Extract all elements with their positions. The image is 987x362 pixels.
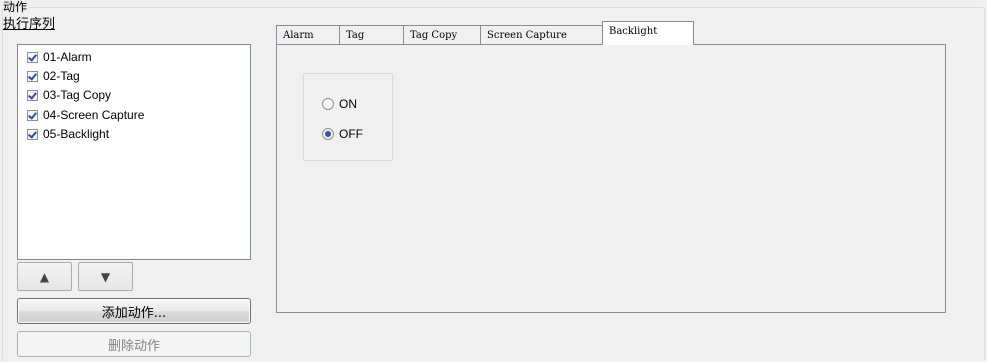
- list-item-label: 02-Tag: [43, 69, 80, 83]
- tab-tag[interactable]: Tag: [339, 25, 404, 44]
- list-item-label: 01-Alarm: [43, 50, 92, 64]
- list-item-label: 05-Backlight: [43, 127, 110, 141]
- radio-on[interactable]: ON: [322, 96, 357, 112]
- checkbox-checked-icon[interactable]: [27, 109, 38, 121]
- list-item-label: 04-Screen Capture: [43, 108, 145, 122]
- tab-backlight[interactable]: Backlight: [602, 21, 694, 45]
- tab-label: Tag: [346, 29, 365, 41]
- sequence-list[interactable]: 01-Alarm 02-Tag 03-Tag Copy 04-Screen Ca…: [17, 44, 251, 260]
- sequence-label: 执行序列: [3, 17, 56, 32]
- list-item-tag[interactable]: 02-Tag: [27, 68, 80, 84]
- tab-alarm[interactable]: Alarm: [276, 25, 340, 44]
- radio-unselected-icon[interactable]: [322, 98, 334, 110]
- radio-selected-icon[interactable]: [322, 128, 334, 140]
- checkbox-checked-icon[interactable]: [27, 70, 38, 82]
- tab-screen-capture[interactable]: Screen Capture: [480, 25, 603, 44]
- checkbox-checked-icon[interactable]: [27, 128, 38, 140]
- delete-action-button[interactable]: 删除动作: [17, 331, 251, 357]
- tab-label: Backlight: [609, 26, 658, 37]
- backlight-options-box: [303, 73, 393, 161]
- add-action-button[interactable]: 添加动作...: [17, 298, 251, 324]
- list-item-screen-capture[interactable]: 04-Screen Capture: [27, 107, 144, 123]
- tab-label: Alarm: [283, 29, 314, 41]
- move-down-button[interactable]: ▼: [78, 262, 133, 291]
- list-item-backlight[interactable]: 05-Backlight: [27, 126, 109, 142]
- list-item-alarm[interactable]: 01-Alarm: [27, 49, 92, 65]
- checkbox-checked-icon[interactable]: [27, 51, 38, 63]
- list-item-label: 03-Tag Copy: [43, 88, 112, 102]
- actions-group-title: 动作: [3, 0, 31, 14]
- delete-action-label: 删除动作: [107, 338, 160, 354]
- tab-label: Tag Copy: [410, 29, 458, 41]
- list-item-tag-copy[interactable]: 03-Tag Copy: [27, 87, 111, 103]
- radio-label: ON: [339, 97, 357, 111]
- radio-off[interactable]: OFF: [322, 126, 363, 142]
- tab-tag-copy[interactable]: Tag Copy: [403, 25, 481, 44]
- move-up-button[interactable]: ▲: [17, 262, 72, 291]
- radio-label: OFF: [339, 127, 363, 141]
- tab-label: Screen Capture: [487, 29, 567, 41]
- add-action-label: 添加动作...: [101, 305, 167, 321]
- checkbox-checked-icon[interactable]: [27, 89, 38, 101]
- triangle-down-icon: ▼: [100, 269, 111, 284]
- triangle-up-icon: ▲: [39, 269, 50, 284]
